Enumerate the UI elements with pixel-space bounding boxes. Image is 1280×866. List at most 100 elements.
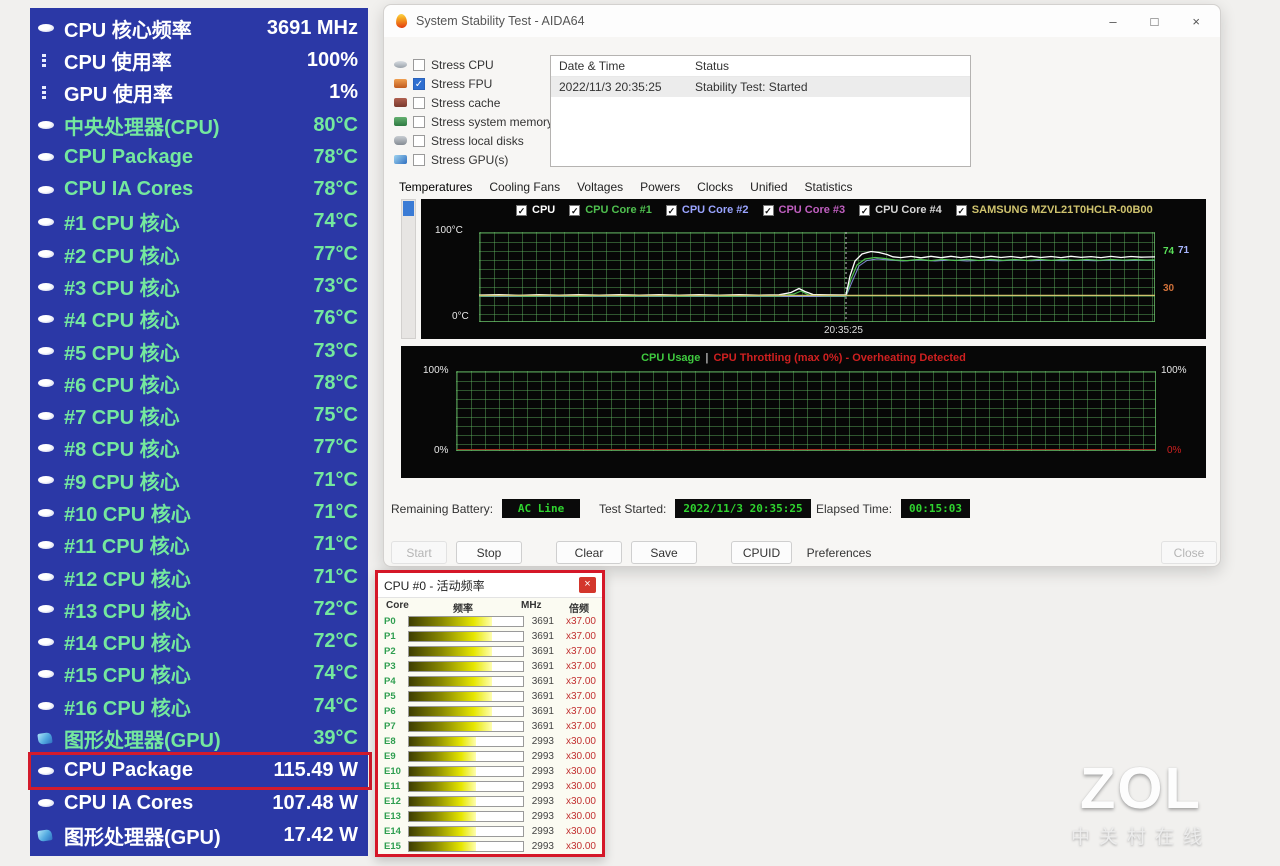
- stress-option[interactable]: Stress local disks: [394, 131, 551, 150]
- log-status: Stability Test: Started: [693, 80, 970, 94]
- sensor-label: #6 CPU 核心: [64, 369, 180, 398]
- sensor-row: #4 CPU 核心76°C: [30, 304, 368, 334]
- core-label: E8: [384, 736, 396, 747]
- freq-row: P33691x37.00: [378, 659, 602, 674]
- frequency-bar-fill: [409, 617, 492, 626]
- checkbox[interactable]: [413, 154, 425, 166]
- multiplier-value: x30.00: [558, 751, 596, 762]
- legend-item[interactable]: ✓SAMSUNG MZVL21T0HCLR-00B00: [956, 204, 1153, 216]
- legend-item[interactable]: ✓CPU: [516, 204, 555, 216]
- mhz-value: 2993: [514, 811, 554, 822]
- checkbox[interactable]: ✓: [763, 205, 774, 216]
- sensor-row: #5 CPU 核心73°C: [30, 336, 368, 366]
- freq-table-rows: P03691x37.00P13691x37.00P23691x37.00P336…: [378, 614, 602, 854]
- sensor-label: 中央处理器(CPU): [64, 111, 220, 140]
- stop-button[interactable]: Stop: [456, 541, 522, 564]
- legend-label: CPU Core #2: [682, 204, 749, 216]
- checkbox[interactable]: ✓: [956, 205, 967, 216]
- frequency-bar: [408, 691, 524, 702]
- status-label: Remaining Battery:: [391, 502, 493, 516]
- gpu-icon: [38, 733, 64, 744]
- sensor-label: #14 CPU 核心: [64, 627, 191, 656]
- log-header: Date & Time Status: [551, 56, 970, 77]
- checkbox[interactable]: [413, 97, 425, 109]
- multiplier-value: x37.00: [558, 706, 596, 717]
- scrollbar-thumb[interactable]: [403, 201, 414, 216]
- multiplier-value: x30.00: [558, 826, 596, 837]
- tab-unified[interactable]: Unified: [750, 180, 787, 194]
- checkbox[interactable]: [413, 135, 425, 147]
- status-value-box: 00:15:03: [901, 499, 970, 518]
- tab-powers[interactable]: Powers: [640, 180, 680, 194]
- zol-subtitle: 中关村在线: [1036, 822, 1246, 849]
- preferences-button[interactable]: Preferences: [796, 541, 882, 564]
- usage-title-text: CPU Usage: [641, 352, 700, 364]
- graph-scrollbar[interactable]: [401, 199, 416, 339]
- cpu-usage-graph-panel: CPU Usage|CPU Throttling (max 0%) - Over…: [401, 346, 1206, 478]
- sensor-label: CPU IA Cores: [64, 792, 193, 815]
- checkbox[interactable]: ✓: [569, 205, 580, 216]
- save-button[interactable]: Save: [631, 541, 697, 564]
- start-button: Start: [391, 541, 447, 564]
- status-value-box: AC Line: [502, 499, 580, 518]
- sensor-value: 107.48 W: [272, 792, 358, 815]
- core-label: P0: [384, 616, 396, 627]
- close-icon[interactable]: ×: [1192, 14, 1200, 29]
- sensor-row: #6 CPU 核心78°C: [30, 368, 368, 398]
- fan-icon: [38, 670, 64, 678]
- tab-temperatures[interactable]: Temperatures: [399, 180, 472, 194]
- maximize-icon[interactable]: □: [1151, 14, 1159, 29]
- sensor-value: 71°C: [313, 501, 358, 524]
- legend-item[interactable]: ✓CPU Core #4: [859, 204, 942, 216]
- mhz-value: 3691: [514, 631, 554, 642]
- freq-row: P13691x37.00: [378, 629, 602, 644]
- close-icon[interactable]: ×: [579, 577, 596, 593]
- stress-option[interactable]: Stress GPU(s): [394, 150, 551, 169]
- stress-option[interactable]: Stress CPU: [394, 55, 551, 74]
- fan-icon: [38, 250, 64, 258]
- minimize-icon[interactable]: –: [1109, 14, 1116, 29]
- legend-item[interactable]: ✓ CPU Core #2: [666, 204, 749, 216]
- frequency-bar: [408, 721, 524, 732]
- temperature-plot-area: [479, 232, 1155, 322]
- frequency-bar-fill: [409, 692, 492, 701]
- sensor-value: 100%: [307, 49, 358, 72]
- checkbox[interactable]: [413, 59, 425, 71]
- sensor-label: 图形处理器(GPU): [64, 821, 221, 850]
- tab-clocks[interactable]: Clocks: [697, 180, 733, 194]
- fan-icon: [38, 767, 64, 775]
- checkbox[interactable]: ✓: [666, 205, 677, 216]
- sensor-label: #4 CPU 核心: [64, 304, 180, 333]
- checkbox[interactable]: ✓: [859, 205, 870, 216]
- clear-button[interactable]: Clear: [556, 541, 622, 564]
- mhz-value: 3691: [514, 661, 554, 672]
- stress-option[interactable]: Stress system memory: [394, 112, 551, 131]
- multiplier-value: x37.00: [558, 661, 596, 672]
- checkbox[interactable]: ✓: [516, 205, 527, 216]
- temp-y-max-label: 100°C: [435, 225, 463, 236]
- freq-row: E142993x30.00: [378, 824, 602, 839]
- log-row[interactable]: 2022/11/3 20:35:25Stability Test: Starte…: [551, 77, 970, 97]
- fan-icon: [38, 702, 64, 710]
- legend-item[interactable]: ✓CPU Core #3: [763, 204, 846, 216]
- sensor-label: #15 CPU 核心: [64, 659, 191, 688]
- zol-watermark: ZOL 中关村在线: [1036, 760, 1246, 849]
- sensor-value: 72°C: [313, 630, 358, 653]
- sensor-label: #3 CPU 核心: [64, 272, 180, 301]
- tab-voltages[interactable]: Voltages: [577, 180, 623, 194]
- checkbox[interactable]: [413, 116, 425, 128]
- mhz-value: 2993: [514, 781, 554, 792]
- sensor-row: #15 CPU 核心74°C: [30, 659, 368, 689]
- sensor-label: #12 CPU 核心: [64, 563, 191, 592]
- tab-cooling-fans[interactable]: Cooling Fans: [489, 180, 560, 194]
- sensor-label: #13 CPU 核心: [64, 595, 191, 624]
- stress-option[interactable]: Stress cache: [394, 93, 551, 112]
- cpuid-button[interactable]: CPUID: [731, 541, 792, 564]
- sensor-row: #12 CPU 核心71°C: [30, 562, 368, 592]
- checkbox[interactable]: ✓: [413, 78, 425, 90]
- tab-statistics[interactable]: Statistics: [805, 180, 853, 194]
- legend-item[interactable]: ✓CPU Core #1: [569, 204, 652, 216]
- freq-table-header: Core 频率 MHz 倍频: [378, 598, 602, 614]
- stress-option[interactable]: ✓Stress FPU: [394, 74, 551, 93]
- frequency-bar: [408, 766, 524, 777]
